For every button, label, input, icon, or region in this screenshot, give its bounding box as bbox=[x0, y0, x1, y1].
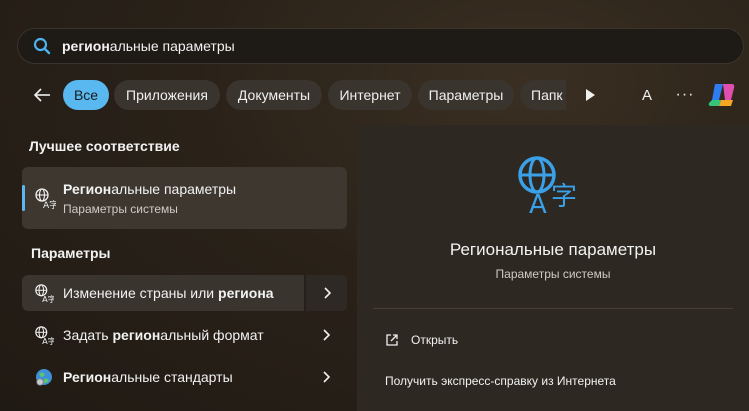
best-match-subtitle: Параметры системы bbox=[63, 202, 178, 216]
filter-settings[interactable]: Параметры bbox=[418, 80, 514, 110]
open-label: Открыть bbox=[411, 333, 459, 347]
filter-internet[interactable]: Интернет bbox=[328, 80, 412, 110]
chevron-right-icon[interactable] bbox=[304, 317, 347, 353]
region-settings-icon: A 字 bbox=[515, 153, 585, 220]
svg-text:A字: A字 bbox=[42, 336, 54, 345]
selection-indicator bbox=[22, 185, 25, 211]
preview-subtitle: Параметры системы bbox=[495, 267, 611, 281]
filter-documents[interactable]: Документы bbox=[226, 80, 322, 110]
divider bbox=[373, 308, 733, 309]
search-bar[interactable]: региональные параметры bbox=[17, 28, 744, 64]
back-arrow-icon[interactable] bbox=[31, 84, 53, 106]
svg-text:字: 字 bbox=[551, 182, 577, 212]
chevron-right-icon[interactable] bbox=[304, 359, 347, 395]
filter-folders[interactable]: Папк bbox=[520, 80, 566, 110]
filter-apps[interactable]: Приложения bbox=[114, 80, 220, 110]
search-input[interactable]: региональные параметры bbox=[62, 38, 235, 54]
best-match-title: Региональные параметры bbox=[63, 181, 237, 197]
web-help-action[interactable]: Получить экспресс-справку из Интернета bbox=[385, 374, 616, 388]
svg-text:A字: A字 bbox=[42, 294, 54, 303]
filter-all[interactable]: Все bbox=[63, 80, 109, 110]
result-label: Изменение страны или региона bbox=[63, 285, 274, 301]
preview-title: Региональные параметры bbox=[449, 240, 657, 259]
account-avatar[interactable]: A bbox=[634, 82, 660, 108]
result-label: Задать региональный формат bbox=[63, 327, 264, 343]
svg-text:A字: A字 bbox=[43, 199, 56, 209]
result-label: Региональные стандарты bbox=[63, 369, 233, 385]
copilot-icon[interactable] bbox=[706, 78, 740, 112]
preview-pane: A 字 Региональные параметры Параметры сис… bbox=[357, 125, 749, 411]
svg-text:A: A bbox=[529, 190, 547, 217]
result-change-region[interactable]: A字 Изменение страны или региона bbox=[22, 275, 347, 311]
globe-icon bbox=[34, 367, 54, 387]
search-icon bbox=[32, 36, 52, 56]
best-match-result[interactable]: A字 Региональные параметры Параметры сист… bbox=[22, 167, 347, 229]
chevron-right-icon[interactable] bbox=[304, 275, 347, 311]
filter-bar: Все Приложения Документы Интернет Параме… bbox=[0, 78, 749, 112]
open-action[interactable]: Открыть bbox=[385, 330, 458, 350]
open-external-icon bbox=[386, 334, 398, 346]
region-settings-icon: A字 bbox=[34, 187, 58, 211]
result-regional-format[interactable]: A字 Задать региональный формат bbox=[22, 317, 347, 353]
settings-heading: Параметры bbox=[31, 245, 111, 261]
result-regional-standards[interactable]: Региональные стандарты bbox=[22, 359, 347, 395]
play-arrow-icon[interactable] bbox=[580, 84, 600, 106]
region-settings-icon: A字 bbox=[34, 325, 56, 346]
region-settings-icon: A字 bbox=[34, 283, 56, 304]
best-match-heading: Лучшее соответствие bbox=[29, 138, 180, 154]
more-options-button[interactable]: ··· bbox=[672, 82, 698, 108]
